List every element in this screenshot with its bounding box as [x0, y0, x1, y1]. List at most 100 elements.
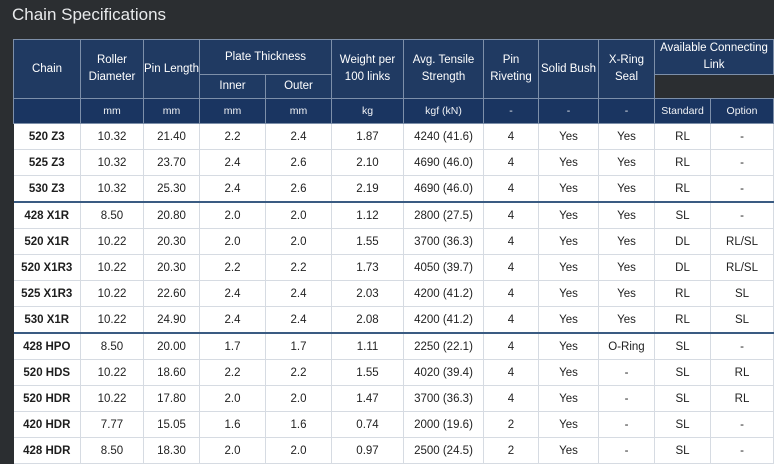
table-cell: 1.7 [265, 332, 332, 360]
unit-cell: - [538, 98, 599, 124]
table-cell: 20.30 [143, 254, 200, 281]
table-cell: 2.2 [199, 254, 266, 281]
table-cell: 2.2 [265, 359, 332, 386]
table-cell: 4 [483, 332, 539, 360]
table-cell: 20.30 [143, 228, 200, 255]
table-cell: 4 [483, 254, 539, 281]
unit-cell [13, 98, 81, 124]
table-cell: 20.00 [143, 332, 200, 360]
table-row: 530 X1R 10.22 24.90 2.4 2.4 2.08 4200 (41.2) 4 Y… [13, 306, 774, 334]
table-cell: 2800 (27.5) [403, 201, 484, 229]
unit-cell: mm [80, 98, 144, 124]
chain-name-cell: 530 X1R [13, 306, 81, 334]
table-cell: 2.0 [199, 201, 266, 229]
table-cell: - [710, 332, 774, 360]
table-cell: Yes [598, 306, 655, 334]
table-cell: Yes [598, 280, 655, 307]
table-cell: O-Ring [598, 332, 655, 360]
table-cell: Yes [538, 254, 599, 281]
table-cell: 23.70 [143, 149, 200, 176]
table-cell: DL [654, 228, 711, 255]
table-cell: RL/SL [710, 254, 774, 281]
table-cell: SL [710, 306, 774, 334]
table-cell: 8.50 [80, 201, 144, 229]
table-cell: 1.55 [331, 228, 404, 255]
table-cell: 1.55 [331, 359, 404, 386]
table-cell: 10.22 [80, 254, 144, 281]
chain-spec-table: Chain Roller Diameter Pin Length Plate T… [13, 39, 774, 464]
table-cell: - [710, 201, 774, 229]
table-cell: 2.2 [199, 359, 266, 386]
table-cell: 3700 (36.3) [403, 385, 484, 412]
table-cell: 4690 (46.0) [403, 149, 484, 176]
table-cell: 2.6 [265, 175, 332, 203]
table-cell: Yes [538, 437, 599, 464]
unit-cell: mm [199, 98, 266, 124]
table-row: 428 X1R 8.50 20.80 2.0 2.0 1.12 2800 (27.5) 4 Ye… [13, 201, 774, 229]
table-cell: Yes [538, 359, 599, 386]
table-cell: - [710, 411, 774, 438]
header-inner: Inner [199, 74, 266, 99]
chain-name-cell: 428 HPO [13, 332, 81, 360]
table-cell: Yes [598, 201, 655, 229]
table-cell: 2.0 [199, 385, 266, 412]
table-cell: 1.87 [331, 123, 404, 150]
table-cell: RL [654, 280, 711, 307]
table-cell: 24.90 [143, 306, 200, 334]
table-cell: 2.4 [265, 306, 332, 334]
table-cell: 4 [483, 201, 539, 229]
table-cell: 18.60 [143, 359, 200, 386]
table-cell: 4 [483, 228, 539, 255]
table-cell: 4020 (39.4) [403, 359, 484, 386]
table-row: 525 X1R3 10.22 22.60 2.4 2.4 2.03 4200 (41.2) 4… [13, 280, 774, 307]
table-cell: 10.32 [80, 175, 144, 203]
header-weight: Weight per 100 links [331, 39, 404, 99]
table-cell: 2 [483, 411, 539, 438]
units-row: mm mm mm mm kg kgf (kN) - - - Standard O… [13, 98, 774, 124]
table-cell: 4 [483, 359, 539, 386]
table-cell: - [598, 359, 655, 386]
chain-spec-table-container: Chain Roller Diameter Pin Length Plate T… [13, 39, 774, 464]
table-cell: 2.4 [265, 280, 332, 307]
chain-name-cell: 428 X1R [13, 201, 81, 229]
table-cell: 3700 (36.3) [403, 228, 484, 255]
table-row: 530 Z3 10.32 25.30 2.4 2.6 2.19 4690 (46.0) 4 Ye… [13, 175, 774, 203]
table-cell: 1.12 [331, 201, 404, 229]
unit-cell: Option [709, 98, 774, 124]
table-cell: 2500 (24.5) [403, 437, 484, 464]
table-cell: Yes [538, 385, 599, 412]
table-row: 520 HDR 10.22 17.80 2.0 2.0 1.47 3700 (36.3) 4 Y… [13, 385, 774, 412]
table-cell: Yes [538, 228, 599, 255]
unit-cell: Standard [654, 98, 711, 124]
table-cell: Yes [538, 201, 599, 229]
table-row: 525 Z3 10.32 23.70 2.4 2.6 2.10 4690 (46.0) 4 Ye… [13, 149, 774, 176]
table-cell: 4 [483, 149, 539, 176]
header-pin-length: Pin Length [143, 39, 200, 99]
table-cell: Yes [538, 332, 599, 360]
chain-name-cell: 525 Z3 [13, 149, 81, 176]
table-cell: 10.32 [80, 149, 144, 176]
table-cell: Yes [598, 228, 655, 255]
table-cell: 2.4 [265, 123, 332, 150]
table-cell: 1.6 [199, 411, 266, 438]
chain-name-cell: 520 HDS [13, 359, 81, 386]
table-cell: 2.0 [199, 228, 266, 255]
table-cell: 4200 (41.2) [403, 306, 484, 334]
unit-cell: mm [143, 98, 200, 124]
table-cell: 4690 (46.0) [403, 175, 484, 203]
chain-name-cell: 525 X1R3 [13, 280, 81, 307]
header-solid-bush: Solid Bush [538, 39, 599, 99]
table-cell: 2.08 [331, 306, 404, 334]
chain-name-cell: 530 Z3 [13, 175, 81, 203]
table-cell: 8.50 [80, 332, 144, 360]
table-cell: 2000 (19.6) [403, 411, 484, 438]
header-roller-diameter: Roller Diameter [80, 39, 144, 99]
table-cell: 2.4 [199, 175, 266, 203]
table-cell: 22.60 [143, 280, 200, 307]
table-cell: 1.73 [331, 254, 404, 281]
table-cell: 8.50 [80, 437, 144, 464]
table-cell: - [710, 123, 774, 150]
table-cell: 2.2 [199, 123, 266, 150]
table-cell: 4 [483, 280, 539, 307]
table-cell: 2.10 [331, 149, 404, 176]
